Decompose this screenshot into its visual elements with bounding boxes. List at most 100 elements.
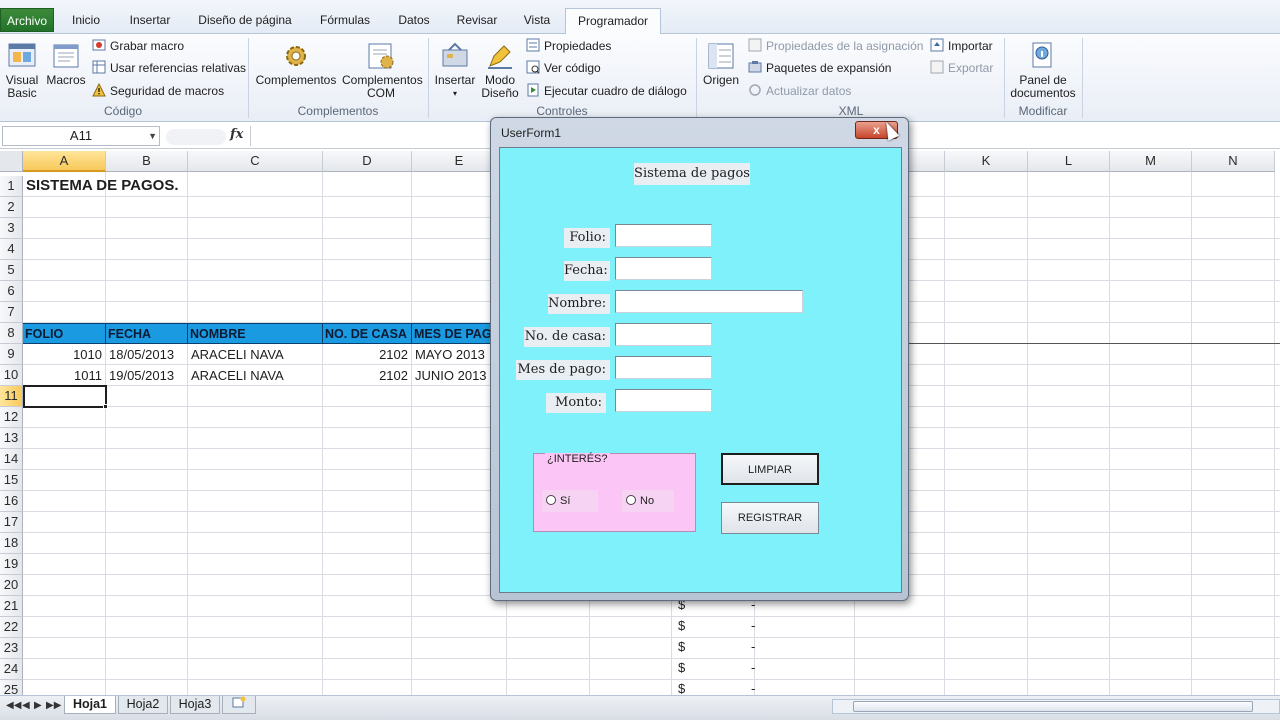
row-header[interactable]: 6 bbox=[0, 281, 23, 302]
mes-pago-input[interactable] bbox=[615, 356, 712, 379]
limpiar-button[interactable]: LIMPIAR bbox=[721, 453, 819, 485]
cell-nombre[interactable]: ARACELI NAVA bbox=[188, 365, 323, 386]
insertar-control-button[interactable]: Insertar ▾ bbox=[432, 40, 478, 100]
cell-folio[interactable]: 1010 bbox=[23, 344, 106, 365]
tab-insertar[interactable]: Insertar bbox=[122, 8, 178, 34]
radio-si[interactable]: Sí bbox=[542, 490, 598, 512]
row-header[interactable]: 3 bbox=[0, 218, 23, 239]
horizontal-scrollbar[interactable] bbox=[832, 699, 1280, 714]
row-header[interactable]: 19 bbox=[0, 554, 23, 575]
tab-programador[interactable]: Programador bbox=[565, 8, 661, 35]
complementos-button[interactable]: Complementos bbox=[254, 40, 338, 87]
last-sheet-icon[interactable]: ▶▶ bbox=[46, 700, 61, 711]
row-header[interactable]: 20 bbox=[0, 575, 23, 596]
row-header[interactable]: 8 bbox=[0, 323, 23, 344]
row-header[interactable]: 16 bbox=[0, 491, 23, 512]
insert-function-icon[interactable]: fx bbox=[230, 127, 243, 142]
cell-fecha[interactable]: 18/05/2013 bbox=[106, 344, 188, 365]
usar-referencias-button[interactable]: Usar referencias relativas bbox=[92, 59, 246, 77]
next-sheet-icon[interactable]: ▶ bbox=[34, 700, 42, 711]
no-casa-input[interactable] bbox=[615, 323, 712, 346]
complementos-com-button[interactable]: Complementos COM bbox=[340, 40, 423, 100]
currency-dash[interactable]: - bbox=[751, 615, 761, 636]
sheet-tab-hoja2[interactable]: Hoja2 bbox=[118, 696, 168, 714]
column-header-a[interactable]: A bbox=[23, 151, 106, 172]
nombre-input[interactable] bbox=[615, 290, 803, 313]
exportar-button[interactable]: Exportar bbox=[930, 59, 993, 77]
tab-archivo[interactable]: Archivo bbox=[0, 8, 54, 32]
currency-symbol[interactable]: $ bbox=[678, 636, 692, 657]
tab-inicio[interactable]: Inicio bbox=[62, 8, 110, 34]
row-header[interactable]: 12 bbox=[0, 407, 23, 428]
row-header[interactable]: 4 bbox=[0, 239, 23, 260]
cell-fecha[interactable]: 19/05/2013 bbox=[106, 365, 188, 386]
row-header[interactable]: 22 bbox=[0, 617, 23, 638]
grabar-macro-button[interactable]: Grabar macro bbox=[92, 37, 184, 55]
column-header-b[interactable]: B bbox=[106, 151, 188, 172]
cell-mes-pago[interactable]: JUNIO 2013 bbox=[412, 365, 494, 386]
ejecutar-dialogo-button[interactable]: Ejecutar cuadro de diálogo bbox=[526, 82, 687, 100]
sheet-title[interactable]: SISTEMA DE PAGOS. bbox=[26, 175, 326, 196]
row-header[interactable]: 5 bbox=[0, 260, 23, 281]
column-header-m[interactable]: M bbox=[1110, 151, 1192, 172]
currency-symbol[interactable]: $ bbox=[678, 615, 692, 636]
column-header-l[interactable]: L bbox=[1028, 151, 1110, 172]
row-header[interactable]: 10 bbox=[0, 365, 23, 386]
header-folio[interactable]: FOLIO bbox=[23, 323, 106, 344]
cell-no-casa[interactable]: 2102 bbox=[323, 344, 412, 365]
cell-folio[interactable]: 1011 bbox=[23, 365, 106, 386]
tab-vista[interactable]: Vista bbox=[516, 8, 558, 34]
new-sheet-icon[interactable] bbox=[222, 696, 256, 714]
active-cell-a11[interactable] bbox=[23, 385, 107, 408]
currency-dash[interactable]: - bbox=[751, 657, 761, 678]
macros-button[interactable]: Macros bbox=[44, 40, 88, 87]
select-all-corner[interactable] bbox=[0, 151, 23, 172]
column-header-d[interactable]: D bbox=[323, 151, 412, 172]
folio-input[interactable] bbox=[615, 224, 712, 247]
modo-diseno-button[interactable]: Modo Diseño bbox=[480, 40, 520, 100]
importar-button[interactable]: Importar bbox=[930, 37, 993, 55]
chevron-down-icon[interactable]: ▼ bbox=[148, 127, 157, 145]
currency-symbol[interactable]: $ bbox=[678, 657, 692, 678]
panel-documentos-button[interactable]: Panel de documentos bbox=[1008, 40, 1078, 100]
scrollbar-thumb[interactable] bbox=[853, 701, 1253, 712]
row-header[interactable]: 17 bbox=[0, 512, 23, 533]
fill-handle[interactable] bbox=[103, 404, 108, 409]
column-header-n[interactable]: N bbox=[1192, 151, 1275, 172]
row-header[interactable]: 11 bbox=[0, 386, 23, 407]
fecha-input[interactable] bbox=[615, 257, 712, 280]
header-no-casa[interactable]: NO. DE CASA bbox=[323, 323, 412, 344]
propiedades-asignacion-button[interactable]: Propiedades de la asignación bbox=[748, 37, 923, 55]
row-header[interactable]: 24 bbox=[0, 659, 23, 680]
paquetes-expansion-button[interactable]: Paquetes de expansión bbox=[748, 59, 891, 77]
header-fecha[interactable]: FECHA bbox=[106, 323, 188, 344]
tab-formulas[interactable]: Fórmulas bbox=[312, 8, 378, 34]
sheet-tab-hoja1[interactable]: Hoja1 bbox=[64, 696, 116, 714]
header-nombre[interactable]: NOMBRE bbox=[188, 323, 323, 344]
currency-dash[interactable]: - bbox=[751, 636, 761, 657]
cell-nombre[interactable]: ARACELI NAVA bbox=[188, 344, 323, 365]
cell-no-casa[interactable]: 2102 bbox=[323, 365, 412, 386]
radio-no[interactable]: No bbox=[622, 490, 674, 512]
prev-sheet-icon[interactable]: ◀ bbox=[22, 700, 30, 711]
row-header[interactable]: 2 bbox=[0, 197, 23, 218]
seguridad-macros-button[interactable]: Seguridad de macros bbox=[92, 82, 224, 100]
sheet-tab-hoja3[interactable]: Hoja3 bbox=[170, 696, 220, 714]
row-header[interactable]: 13 bbox=[0, 428, 23, 449]
row-header[interactable]: 23 bbox=[0, 638, 23, 659]
origen-button[interactable]: Origen bbox=[700, 40, 742, 87]
column-header-c[interactable]: C bbox=[188, 151, 323, 172]
row-header[interactable]: 1 bbox=[0, 176, 23, 197]
cell-mes-pago[interactable]: MAYO 2013 bbox=[412, 344, 494, 365]
tab-revisar[interactable]: Revisar bbox=[450, 8, 504, 34]
monto-input[interactable] bbox=[615, 389, 712, 412]
tab-diseno-pagina[interactable]: Diseño de página bbox=[190, 8, 300, 34]
row-header[interactable]: 15 bbox=[0, 470, 23, 491]
row-header[interactable]: 18 bbox=[0, 533, 23, 554]
header-mes-pago[interactable]: MES DE PAGO bbox=[412, 323, 494, 344]
row-header[interactable]: 7 bbox=[0, 302, 23, 323]
row-header[interactable]: 14 bbox=[0, 449, 23, 470]
propiedades-button[interactable]: Propiedades bbox=[526, 37, 611, 55]
tab-datos[interactable]: Datos bbox=[390, 8, 438, 34]
column-header-k[interactable]: K bbox=[945, 151, 1028, 172]
